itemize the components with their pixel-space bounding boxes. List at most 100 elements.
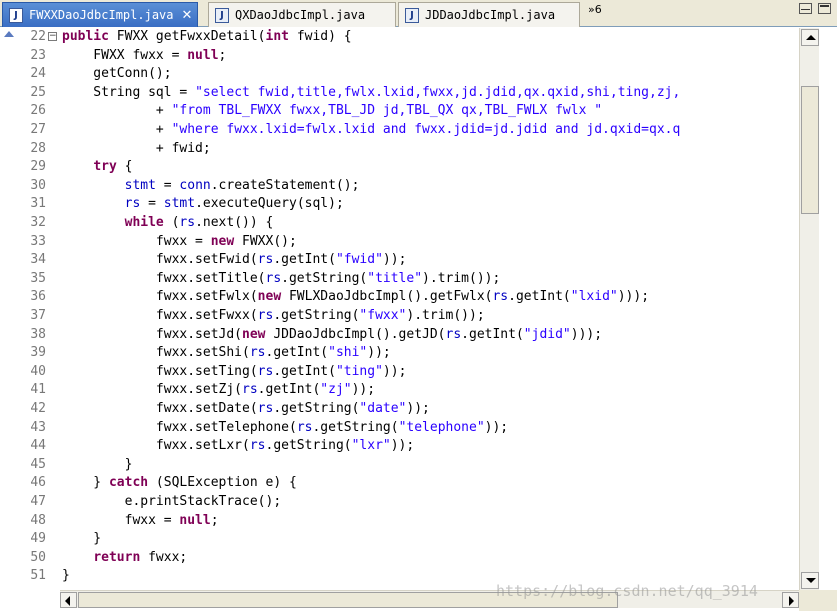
scrollbar-corner <box>799 590 837 611</box>
code-line[interactable]: 37 fwxx.setFwxx(rs.getString("fwxx").tri… <box>0 307 799 326</box>
code-text: + fwid; <box>62 140 211 156</box>
line-number: 26 <box>30 103 46 119</box>
arrow-left-icon <box>65 596 70 606</box>
scroll-up-button[interactable] <box>801 29 819 46</box>
line-number: 30 <box>30 177 46 193</box>
code-text: fwxx.setTitle(rs.getString("title").trim… <box>62 270 501 286</box>
code-text: String sql = "select fwid,title,fwlx.lxi… <box>62 84 681 100</box>
overview-ruler <box>819 28 837 590</box>
code-text: fwxx.setFwxx(rs.getString("fwxx").trim()… <box>62 308 485 323</box>
code-text: } <box>62 568 70 584</box>
code-line[interactable]: 29 try { <box>0 158 799 177</box>
code-text: stmt = conn.createStatement(); <box>124 177 360 193</box>
code-text: fwxx.setZj(rs.getInt("zj")); <box>62 382 376 398</box>
tab-fwxxdaojdbcimpl[interactable]: J FWXXDaoJdbcImpl.java ✕ <box>2 2 198 27</box>
code-line[interactable]: 22− public FWXX getFwxxDetail(int fwid) { <box>0 28 799 47</box>
code-line[interactable]: 40 fwxx.setTing(rs.getInt("ting")); <box>0 363 799 382</box>
vertical-scrollbar[interactable] <box>799 28 819 590</box>
line-number: 23 <box>30 47 46 63</box>
code-line[interactable]: 39 fwxx.setShi(rs.getInt("shi")); <box>0 344 799 363</box>
code-text: } <box>62 456 133 472</box>
code-line[interactable]: 42 fwxx.setDate(rs.getString("date")); <box>0 400 799 419</box>
code-line[interactable]: 49 } <box>0 530 799 549</box>
scroll-right-button[interactable] <box>782 592 799 608</box>
code-line[interactable]: 34 fwxx.setFwid(rs.getInt("fwid")); <box>0 251 799 270</box>
line-number: 33 <box>30 233 46 249</box>
code-text: e.printStackTrace(); <box>62 494 282 509</box>
code-line[interactable]: 31 rs = stmt.executeQuery(sql); <box>0 195 799 214</box>
line-number: 40 <box>30 363 46 379</box>
code-text: } catch (SQLException e) { <box>62 475 297 491</box>
line-number: 22 <box>30 29 46 44</box>
code-line[interactable]: 43 fwxx.setTelephone(rs.getString("telep… <box>0 419 799 438</box>
code-line[interactable]: 47 e.printStackTrace(); <box>0 493 799 512</box>
line-number: 50 <box>30 549 46 565</box>
scroll-down-button[interactable] <box>801 572 819 589</box>
code-text: getConn(); <box>62 66 172 82</box>
code-editor[interactable]: 22− public FWXX getFwxxDetail(int fwid) {… <box>0 28 799 590</box>
tab-jddaojdbcimpl[interactable]: J JDDaoJdbcImpl.java <box>398 2 580 27</box>
line-number: 32 <box>30 215 46 230</box>
code-text: fwxx = new FWXX(); <box>62 233 297 249</box>
vertical-scroll-thumb[interactable] <box>801 86 819 214</box>
java-file-icon: J <box>9 7 23 23</box>
code-line[interactable]: 23 FWXX fwxx = null; <box>0 47 799 66</box>
code-text: fwxx.setJd(new JDDaoJdbcImpl().getJD(rs.… <box>62 326 603 342</box>
line-number: 41 <box>30 382 46 398</box>
code-line[interactable]: 44 fwxx.setLxr(rs.getString("lxr")); <box>0 437 799 456</box>
line-number: 51 <box>30 568 46 584</box>
line-number: 42 <box>30 401 46 416</box>
code-text: fwxx.setLxr(rs.getString("lxr")); <box>62 438 415 454</box>
code-text: + "from TBL_FWXX fwxx,TBL_JD jd,TBL_QX q… <box>62 103 603 119</box>
code-text: fwxx.setDate(rs.getString("date")); <box>62 401 430 416</box>
code-line[interactable]: 26 + "from TBL_FWXX fwxx,TBL_JD jd,TBL_Q… <box>0 102 799 121</box>
code-text: fwxx.setFwlx(new FWLXDaoJdbcImpl().getFw… <box>62 289 650 305</box>
code-text: fwxx.setTelephone(rs.getString("telephon… <box>62 419 509 435</box>
code-line[interactable]: 48 fwxx = null; <box>0 512 799 531</box>
line-number: 45 <box>30 456 46 472</box>
line-number: 49 <box>30 531 46 547</box>
java-file-icon: J <box>405 7 419 23</box>
code-line[interactable]: 28 + fwid; <box>0 140 799 159</box>
code-text: FWXX fwxx = null; <box>62 47 227 63</box>
tab-label: JDDaoJdbcImpl.java <box>425 8 556 22</box>
code-text: fwxx = null; <box>62 512 219 528</box>
code-line[interactable]: 35 fwxx.setTitle(rs.getString("title").t… <box>0 270 799 289</box>
code-line[interactable]: 46 } catch (SQLException e) { <box>0 474 799 493</box>
code-line[interactable]: 24 getConn(); <box>0 65 799 84</box>
close-icon[interactable]: ✕ <box>182 8 193 23</box>
code-line[interactable]: 27 + "where fwxx.lxid=fwlx.lxid and fwxx… <box>0 121 799 140</box>
tab-label: QXDaoJdbcImpl.java <box>235 8 366 22</box>
maximize-icon[interactable] <box>818 3 831 14</box>
code-text: fwxx.setShi(rs.getInt("shi")); <box>62 345 391 361</box>
code-line[interactable]: 50 return fwxx; <box>0 549 799 568</box>
line-number: 38 <box>30 326 46 342</box>
code-line[interactable]: 41 fwxx.setZj(rs.getInt("zj")); <box>0 381 799 400</box>
line-number: 31 <box>30 196 46 212</box>
code-line[interactable]: 25 String sql = "select fwid,title,fwlx.… <box>0 84 799 103</box>
tab-label: FWXXDaoJdbcImpl.java <box>29 8 174 22</box>
code-line[interactable]: 32 while (rs.next()) { <box>0 214 799 233</box>
line-number: 35 <box>30 270 46 286</box>
fold-collapse-icon[interactable]: − <box>48 32 57 41</box>
code-line[interactable]: 38 fwxx.setJd(new JDDaoJdbcImpl().getJD(… <box>0 326 799 345</box>
arrow-right-icon <box>789 596 794 606</box>
code-line[interactable]: 45 } <box>0 456 799 475</box>
line-number: 34 <box>30 252 46 268</box>
line-number: 47 <box>30 494 46 509</box>
code-text: rs = stmt.executeQuery(sql); <box>124 196 344 212</box>
code-text: while (rs.next()) { <box>124 215 274 230</box>
line-number: 46 <box>30 475 46 491</box>
code-line[interactable]: 30 stmt = conn.createStatement(); <box>0 177 799 196</box>
tab-overflow-button[interactable]: »6 <box>588 3 602 16</box>
code-text: try { <box>93 159 133 175</box>
tab-qxdaojdbcimpl[interactable]: J QXDaoJdbcImpl.java <box>208 2 396 27</box>
code-text: return fwxx; <box>93 549 188 565</box>
watermark: https://blog.csdn.net/qq_3914 <box>496 582 758 600</box>
scroll-left-button[interactable] <box>60 592 77 608</box>
line-number: 37 <box>30 308 46 323</box>
code-line[interactable]: 33 fwxx = new FWXX(); <box>0 233 799 252</box>
minimize-icon[interactable] <box>799 3 812 14</box>
code-line[interactable]: 36 fwxx.setFwlx(new FWLXDaoJdbcImpl().ge… <box>0 288 799 307</box>
line-number: 29 <box>30 159 46 175</box>
